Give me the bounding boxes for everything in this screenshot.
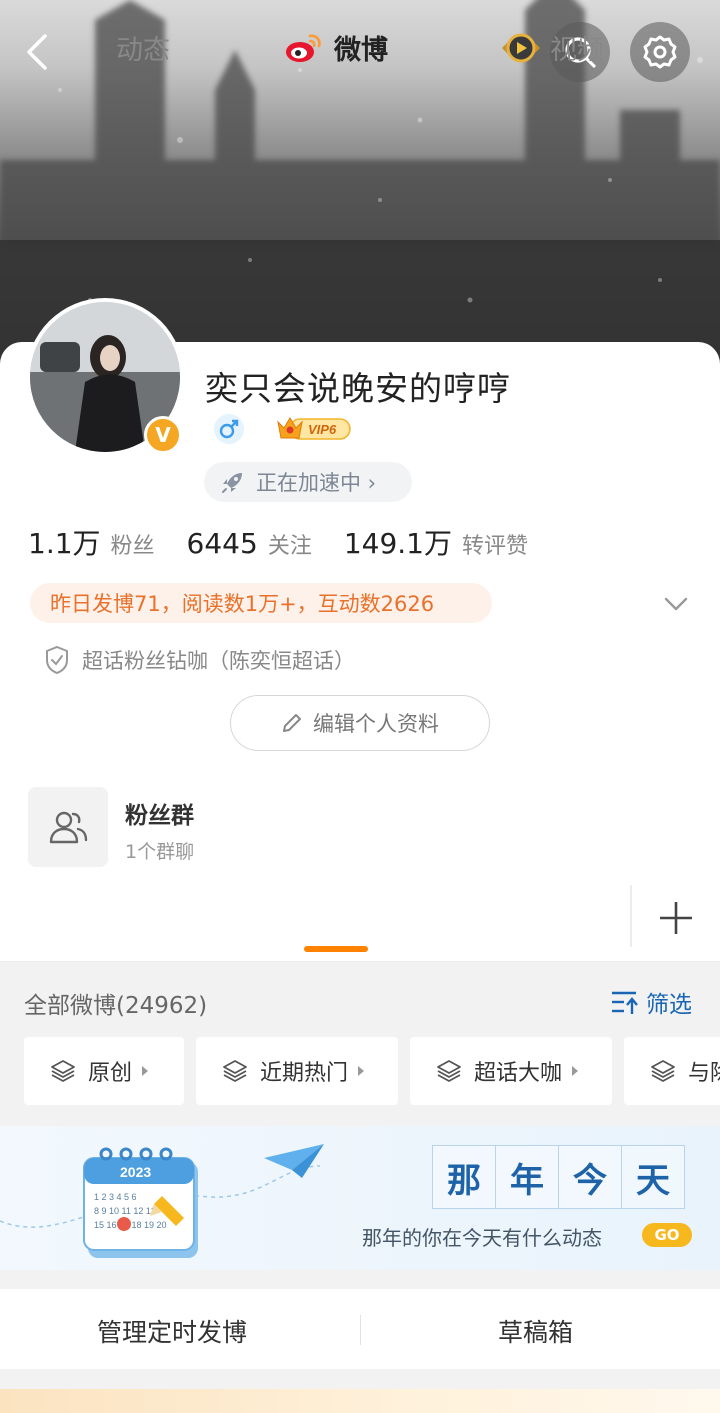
- memory-title-char: 那: [432, 1145, 496, 1209]
- pencil-icon: [283, 714, 301, 732]
- fan-group-title[interactable]: 粉丝群: [125, 796, 194, 830]
- followers-count[interactable]: 1.1万: [28, 522, 101, 562]
- edit-profile-label: 编辑个人资料: [313, 712, 439, 736]
- chip-arrow: [572, 1066, 579, 1076]
- chevron-left-icon: [27, 34, 47, 70]
- vip-badge[interactable]: VIP6: [276, 412, 352, 444]
- chip-label: 与除: [688, 1061, 720, 1086]
- following-count[interactable]: 6445: [187, 527, 258, 560]
- activity-summary[interactable]: 昨日发博71，阅读数1万+，互动数2626: [30, 583, 492, 623]
- verified-badge: V: [144, 416, 182, 454]
- drafts-button[interactable]: 草稿箱: [498, 1313, 573, 1349]
- tab-weibo-label: 微博: [334, 35, 388, 66]
- chip-arrow: [358, 1066, 365, 1076]
- interactions-count[interactable]: 149.1万: [344, 522, 452, 562]
- chip-arrow: [142, 1066, 149, 1076]
- chip-label: 超话大咖: [474, 1061, 563, 1086]
- layers-icon: [437, 1060, 461, 1082]
- memory-title: 那 年 今 天: [432, 1145, 685, 1209]
- followers-label[interactable]: 粉丝: [111, 528, 155, 560]
- rocket-icon: [222, 473, 242, 493]
- svg-text:2023: 2023: [120, 1164, 151, 1180]
- layers-icon: [51, 1060, 75, 1082]
- weibo-logo-icon: [286, 34, 321, 62]
- tab-weibo[interactable]: 微博: [284, 28, 388, 67]
- chip-recent-hot[interactable]: 近期热门: [196, 1037, 398, 1105]
- video-play-icon: [502, 33, 540, 62]
- memory-title-char: 年: [495, 1145, 559, 1209]
- memory-title-char: 天: [621, 1145, 685, 1209]
- chip-with[interactable]: 与除: [624, 1037, 720, 1105]
- active-tab-indicator: [304, 946, 368, 952]
- filter-icon: [612, 991, 638, 1014]
- tab-video[interactable]: 视频: [500, 28, 604, 67]
- edit-profile-button[interactable]: 编辑个人资料: [230, 695, 490, 751]
- filter-label: 筛选: [646, 992, 692, 1018]
- shield-check-icon: [46, 645, 68, 675]
- boost-label: 正在加速中 ›: [256, 471, 377, 495]
- chip-supertopic[interactable]: 超话大咖: [410, 1037, 612, 1105]
- supertopic-badge[interactable]: 超话粉丝钻咖（陈奕恒超话）: [44, 645, 355, 675]
- svg-text:VIP6: VIP6: [308, 422, 337, 437]
- layers-icon: [223, 1060, 247, 1082]
- bottom-divider: [360, 1315, 361, 1345]
- tab-divider: [630, 885, 632, 947]
- memory-subtitle: 那年的你在今天有什么动态: [362, 1226, 602, 1250]
- tab-video-label: 视频: [550, 35, 604, 66]
- chip-label: 原创: [88, 1061, 133, 1086]
- svg-text:1 2 3 4 5 6: 1 2 3 4 5 6: [94, 1192, 137, 1202]
- chip-original[interactable]: 原创: [24, 1037, 184, 1105]
- layers-icon: [651, 1060, 675, 1082]
- stats-row: 1.1万 粉丝 6445 关注 149.1万 转评赞: [28, 522, 560, 562]
- supertopic-label: 超话粉丝钻咖（陈奕恒超话）: [82, 649, 355, 673]
- gear-icon: [643, 35, 677, 69]
- all-weibo-count: 全部微博(24962): [24, 993, 208, 1019]
- interactions-label[interactable]: 转评赞: [462, 528, 528, 560]
- following-label[interactable]: 关注: [268, 528, 312, 560]
- plus-icon[interactable]: [654, 896, 698, 940]
- fan-group-subtitle: 1个群聊: [125, 841, 195, 863]
- tab-dongtai[interactable]: 动态: [116, 28, 170, 67]
- chevron-down-icon[interactable]: [662, 590, 690, 618]
- svg-text:8 9 10 11 12 13: 8 9 10 11 12 13: [94, 1206, 156, 1216]
- settings-button[interactable]: [630, 22, 690, 82]
- memory-title-char: 今: [558, 1145, 622, 1209]
- go-button[interactable]: GO: [642, 1223, 692, 1247]
- chip-label: 近期热门: [260, 1061, 349, 1086]
- male-icon: [214, 414, 244, 444]
- fan-group-button[interactable]: [28, 787, 108, 867]
- crown-icon: VIP6: [277, 417, 351, 440]
- next-card-peek: [0, 1389, 720, 1413]
- nickname: 奕只会说晚安的哼哼: [205, 369, 511, 408]
- group-icon: [49, 811, 88, 844]
- filter-button[interactable]: 筛选: [610, 985, 692, 1019]
- back-button[interactable]: [8, 22, 68, 82]
- boost-status-button[interactable]: 正在加速中 ›: [204, 462, 412, 502]
- scheduled-posts-button[interactable]: 管理定时发博: [97, 1313, 247, 1349]
